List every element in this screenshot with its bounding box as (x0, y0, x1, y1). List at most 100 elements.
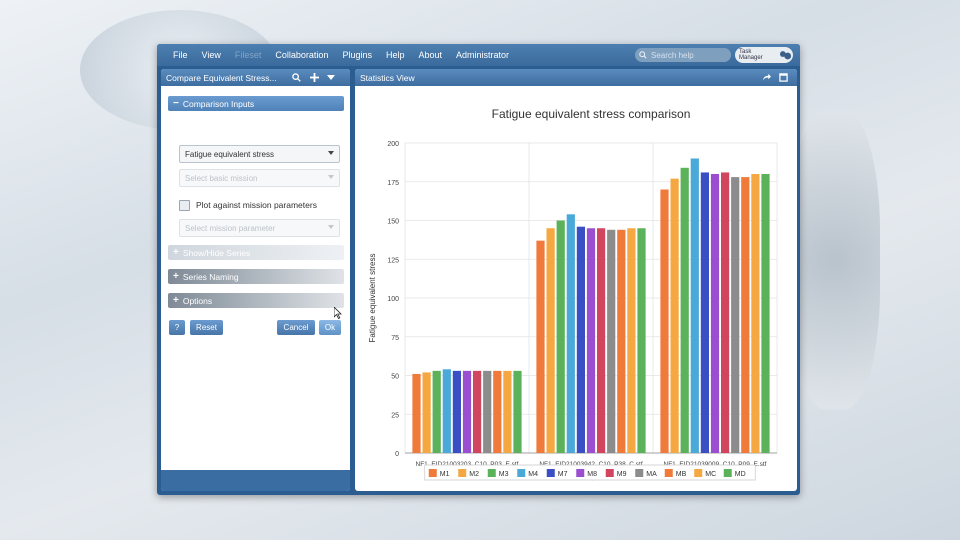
bar (627, 228, 636, 453)
chevron-down-icon (327, 74, 335, 80)
legend-label: MB (676, 471, 687, 478)
statistics-view-panel: Statistics View Fatigue equivalent stres… (355, 69, 797, 491)
legend-swatch (517, 469, 526, 477)
options-section[interactable]: + Options (168, 293, 344, 308)
menu-file[interactable]: File (173, 50, 188, 60)
comparison-inputs-label: Comparison Inputs (182, 98, 255, 109)
bar (483, 370, 492, 453)
export-button[interactable] (759, 71, 773, 84)
series-naming-section[interactable]: + Series Naming (168, 269, 344, 284)
bar (546, 228, 555, 453)
basic-mission-placeholder: Select basic mission (185, 173, 258, 183)
bar (576, 226, 585, 453)
search-placeholder: Search help (651, 50, 694, 60)
bar (617, 229, 626, 453)
show-hide-series-label: Show/Hide Series (182, 247, 251, 258)
bar (637, 228, 646, 453)
bar (751, 174, 760, 453)
bar (607, 229, 616, 453)
app-window: File View Fileset Collaboration Plugins … (157, 44, 800, 495)
left-panel-footer (161, 470, 350, 491)
ok-button[interactable]: Ok (319, 320, 341, 335)
search-help-input[interactable]: Search help (635, 48, 731, 62)
y-tick-label: 200 (387, 141, 399, 148)
y-tick-label: 50 (391, 374, 399, 381)
collapse-icon: − (173, 98, 179, 109)
bar (566, 214, 575, 453)
menu-administrator[interactable]: Administrator (456, 50, 509, 60)
legend-swatch (635, 469, 644, 477)
menu-fileset[interactable]: Fileset (235, 50, 262, 60)
legend-label: M1 (440, 471, 450, 478)
y-tick-label: 150 (387, 219, 399, 226)
bar (586, 228, 596, 453)
y-tick-label: 75 (391, 335, 399, 342)
bar (432, 370, 441, 453)
search-panel-button[interactable] (289, 71, 303, 84)
plot-against-checkbox[interactable] (179, 200, 190, 211)
menu-collaboration[interactable]: Collaboration (275, 50, 328, 60)
mission-parameter-placeholder: Select mission parameter (185, 223, 276, 233)
menu-plugins[interactable]: Plugins (342, 50, 372, 60)
share-icon (762, 73, 771, 81)
task-manager-button[interactable]: Task Manager (735, 47, 793, 63)
bar (741, 177, 750, 453)
stress-type-select[interactable]: Fatigue equivalent stress (179, 145, 340, 163)
panel-menu-button[interactable] (324, 71, 338, 84)
plot-against-label: Plot against mission parameters (196, 200, 317, 210)
y-tick-label: 175 (387, 180, 399, 187)
y-tick-label: 25 (391, 412, 399, 419)
stress-type-value: Fatigue equivalent stress (185, 149, 274, 159)
show-hide-series-section[interactable]: + Show/Hide Series (168, 245, 344, 260)
task-manager-icon (780, 51, 792, 60)
cancel-button[interactable]: Cancel (277, 320, 315, 335)
comparison-inputs-section[interactable]: − Comparison Inputs (168, 96, 344, 111)
menu-about[interactable]: About (418, 50, 442, 60)
menu-view[interactable]: View (202, 50, 221, 60)
legend-swatch (458, 469, 467, 477)
bar (731, 177, 740, 453)
bar (422, 372, 431, 453)
legend-swatch (428, 469, 437, 477)
mission-parameter-select[interactable]: Select mission parameter (179, 219, 340, 237)
legend-label: MC (705, 471, 716, 478)
y-axis-label: Fatigue equivalent stress (368, 254, 377, 343)
fatigue-stress-chart: Fatigue equivalent stress comparison 0 25 5… (368, 107, 778, 481)
left-panel-header: Compare Equivalent Stress... (161, 69, 350, 86)
bar (442, 369, 451, 453)
mouse-cursor-icon (334, 307, 342, 319)
legend-swatch (576, 469, 585, 477)
bar (513, 370, 522, 453)
bar (597, 228, 606, 453)
bar (556, 220, 565, 453)
bar (761, 174, 770, 453)
maximize-button[interactable] (776, 71, 790, 84)
compare-stress-panel: Compare Equivalent Stress... − Compariso… (161, 69, 350, 491)
legend-label: M3 (499, 471, 509, 478)
menu-help[interactable]: Help (386, 50, 405, 60)
bar (721, 172, 730, 453)
left-panel-title: Compare Equivalent Stress... (166, 72, 277, 83)
expand-icon: + (173, 295, 179, 306)
add-panel-button[interactable] (307, 71, 321, 84)
help-button[interactable]: ? (169, 320, 185, 335)
legend-label: M2 (469, 471, 479, 478)
legend-label: MA (646, 471, 657, 478)
bar (680, 167, 689, 454)
basic-mission-select[interactable]: Select basic mission (179, 169, 340, 187)
right-panel-header: Statistics View (355, 69, 797, 86)
bar (452, 370, 461, 453)
bar (660, 189, 669, 453)
bar (710, 174, 720, 453)
magnifier-icon (291, 73, 301, 82)
legend-label: M7 (558, 471, 568, 478)
menu-bar: File View Fileset Collaboration Plugins … (157, 44, 800, 66)
y-tick-label: 100 (387, 296, 399, 303)
reset-button[interactable]: Reset (190, 320, 223, 335)
bar (462, 370, 472, 453)
bar (536, 240, 545, 453)
legend-swatch (664, 469, 673, 477)
window-icon (778, 73, 788, 82)
legend-swatch (723, 469, 732, 477)
bar (690, 158, 699, 453)
